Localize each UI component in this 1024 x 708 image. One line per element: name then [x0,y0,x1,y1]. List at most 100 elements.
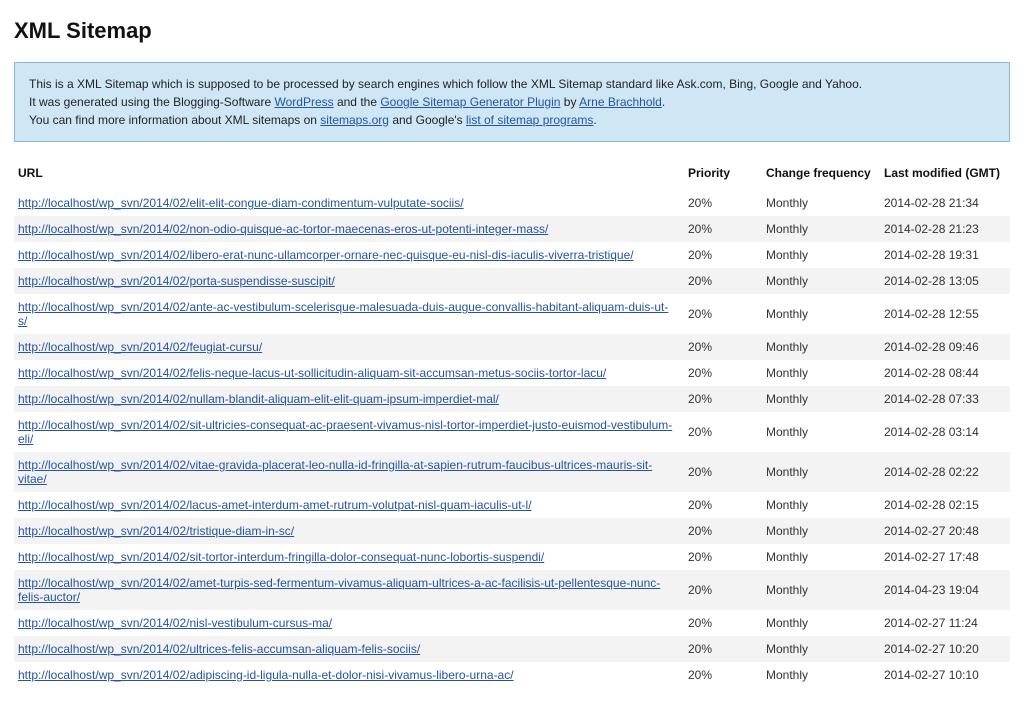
url-link[interactable]: http://localhost/wp_svn/2014/02/elit-eli… [18,196,464,210]
url-link[interactable]: http://localhost/wp_svn/2014/02/amet-tur… [18,576,660,604]
cell-priority: 20% [684,544,762,570]
cell-priority: 20% [684,386,762,412]
cell-priority: 20% [684,242,762,268]
info-line-3-pre: You can find more information about XML … [29,113,320,127]
cell-changefreq: Monthly [762,216,880,242]
info-line-1: This is a XML Sitemap which is supposed … [29,77,862,91]
table-row: http://localhost/wp_svn/2014/02/libero-e… [14,242,1010,268]
info-line-3-mid: and Google's [389,113,466,127]
cell-changefreq: Monthly [762,412,880,452]
cell-changefreq: Monthly [762,452,880,492]
url-link[interactable]: http://localhost/wp_svn/2014/02/ante-ac-… [18,300,668,328]
cell-url: http://localhost/wp_svn/2014/02/vitae-gr… [14,452,684,492]
cell-lastmod: 2014-02-28 02:15 [880,492,1010,518]
table-row: http://localhost/wp_svn/2014/02/amet-tur… [14,570,1010,610]
cell-changefreq: Monthly [762,334,880,360]
url-link[interactable]: http://localhost/wp_svn/2014/02/sit-ultr… [18,418,672,446]
cell-priority: 20% [684,360,762,386]
cell-lastmod: 2014-02-28 07:33 [880,386,1010,412]
table-row: http://localhost/wp_svn/2014/02/tristiqu… [14,518,1010,544]
cell-priority: 20% [684,190,762,216]
table-row: http://localhost/wp_svn/2014/02/lacus-am… [14,492,1010,518]
cell-priority: 20% [684,570,762,610]
cell-priority: 20% [684,636,762,662]
cell-changefreq: Monthly [762,570,880,610]
cell-lastmod: 2014-04-23 19:04 [880,570,1010,610]
url-link[interactable]: http://localhost/wp_svn/2014/02/nullam-b… [18,392,499,406]
cell-lastmod: 2014-02-27 20:48 [880,518,1010,544]
cell-priority: 20% [684,216,762,242]
cell-priority: 20% [684,268,762,294]
page-root: XML Sitemap This is a XML Sitemap which … [0,0,1024,708]
cell-changefreq: Monthly [762,386,880,412]
table-row: http://localhost/wp_svn/2014/02/feugiat-… [14,334,1010,360]
cell-priority: 20% [684,610,762,636]
url-link[interactable]: http://localhost/wp_svn/2014/02/felis-ne… [18,366,606,380]
col-changefreq: Change frequency [762,160,880,190]
link-sitemap-programs[interactable]: list of sitemap programs [466,113,593,127]
cell-lastmod: 2014-02-28 19:31 [880,242,1010,268]
url-link[interactable]: http://localhost/wp_svn/2014/02/lacus-am… [18,498,532,512]
cell-priority: 20% [684,334,762,360]
cell-priority: 20% [684,452,762,492]
cell-changefreq: Monthly [762,190,880,216]
table-row: http://localhost/wp_svn/2014/02/sit-tort… [14,544,1010,570]
info-box: This is a XML Sitemap which is supposed … [14,62,1010,142]
cell-lastmod: 2014-02-27 10:20 [880,636,1010,662]
cell-url: http://localhost/wp_svn/2014/02/adipisci… [14,662,684,688]
cell-lastmod: 2014-02-28 09:46 [880,334,1010,360]
cell-changefreq: Monthly [762,636,880,662]
cell-lastmod: 2014-02-28 21:23 [880,216,1010,242]
cell-url: http://localhost/wp_svn/2014/02/nisl-ves… [14,610,684,636]
cell-url: http://localhost/wp_svn/2014/02/lacus-am… [14,492,684,518]
table-row: http://localhost/wp_svn/2014/02/porta-su… [14,268,1010,294]
table-row: http://localhost/wp_svn/2014/02/vitae-gr… [14,452,1010,492]
link-sitemaps-org[interactable]: sitemaps.org [320,113,389,127]
cell-lastmod: 2014-02-28 03:14 [880,412,1010,452]
url-link[interactable]: http://localhost/wp_svn/2014/02/adipisci… [18,668,514,682]
cell-priority: 20% [684,412,762,452]
cell-url: http://localhost/wp_svn/2014/02/ultrices… [14,636,684,662]
url-link[interactable]: http://localhost/wp_svn/2014/02/sit-tort… [18,550,544,564]
table-row: http://localhost/wp_svn/2014/02/nisl-ves… [14,610,1010,636]
cell-priority: 20% [684,294,762,334]
cell-changefreq: Monthly [762,360,880,386]
cell-url: http://localhost/wp_svn/2014/02/ante-ac-… [14,294,684,334]
cell-url: http://localhost/wp_svn/2014/02/libero-e… [14,242,684,268]
cell-changefreq: Monthly [762,242,880,268]
cell-url: http://localhost/wp_svn/2014/02/sit-tort… [14,544,684,570]
cell-url: http://localhost/wp_svn/2014/02/porta-su… [14,268,684,294]
info-line-2-by: by [560,95,579,109]
table-row: http://localhost/wp_svn/2014/02/sit-ultr… [14,412,1010,452]
table-row: http://localhost/wp_svn/2014/02/elit-eli… [14,190,1010,216]
page-title: XML Sitemap [14,18,1010,44]
url-link[interactable]: http://localhost/wp_svn/2014/02/vitae-gr… [18,458,652,486]
cell-changefreq: Monthly [762,544,880,570]
cell-lastmod: 2014-02-27 11:24 [880,610,1010,636]
url-link[interactable]: http://localhost/wp_svn/2014/02/ultrices… [18,642,420,656]
info-line-2-end: . [662,95,665,109]
info-line-3-end: . [593,113,596,127]
link-author[interactable]: Arne Brachhold [579,95,662,109]
cell-priority: 20% [684,662,762,688]
cell-priority: 20% [684,518,762,544]
cell-url: http://localhost/wp_svn/2014/02/elit-eli… [14,190,684,216]
link-wordpress[interactable]: WordPress [274,95,333,109]
info-line-2-pre: It was generated using the Blogging-Soft… [29,95,274,109]
url-link[interactable]: http://localhost/wp_svn/2014/02/tristiqu… [18,524,294,538]
link-plugin[interactable]: Google Sitemap Generator Plugin [380,95,560,109]
cell-lastmod: 2014-02-28 12:55 [880,294,1010,334]
table-row: http://localhost/wp_svn/2014/02/ultrices… [14,636,1010,662]
cell-lastmod: 2014-02-27 10:10 [880,662,1010,688]
cell-url: http://localhost/wp_svn/2014/02/felis-ne… [14,360,684,386]
url-link[interactable]: http://localhost/wp_svn/2014/02/feugiat-… [18,340,262,354]
url-link[interactable]: http://localhost/wp_svn/2014/02/porta-su… [18,274,335,288]
url-link[interactable]: http://localhost/wp_svn/2014/02/nisl-ves… [18,616,332,630]
url-link[interactable]: http://localhost/wp_svn/2014/02/libero-e… [18,248,634,262]
cell-lastmod: 2014-02-28 21:34 [880,190,1010,216]
cell-changefreq: Monthly [762,268,880,294]
url-link[interactable]: http://localhost/wp_svn/2014/02/non-odio… [18,222,548,236]
table-row: http://localhost/wp_svn/2014/02/adipisci… [14,662,1010,688]
info-line-2-mid: and the [334,95,381,109]
cell-url: http://localhost/wp_svn/2014/02/non-odio… [14,216,684,242]
